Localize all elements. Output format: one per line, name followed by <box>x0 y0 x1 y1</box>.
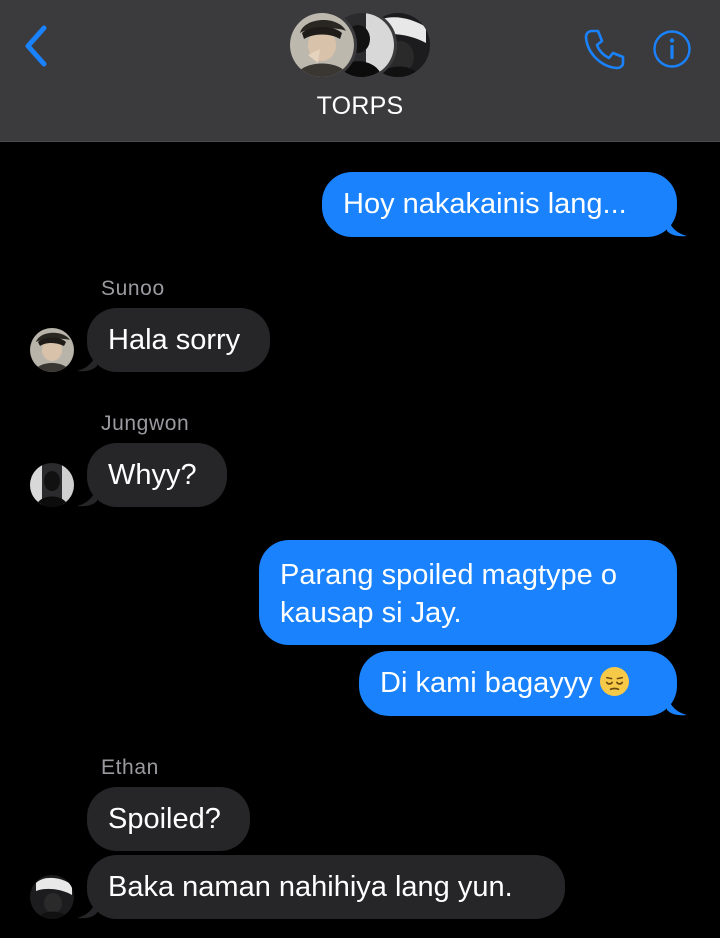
message-bubble-outgoing[interactable]: Di kami bagayyy <box>359 651 677 716</box>
pensive-face-icon <box>599 666 629 697</box>
message-bubble-incoming[interactable]: Spoiled? <box>87 787 250 851</box>
message-bubble-outgoing[interactable]: Hoy nakakainis lang... <box>322 172 677 237</box>
conversation-header: TORPS <box>0 0 720 142</box>
sender-name: Jungwon <box>101 412 190 435</box>
back-button[interactable] <box>18 22 58 70</box>
bubble-tail <box>77 897 97 919</box>
phone-icon <box>584 29 625 70</box>
info-icon <box>653 30 691 68</box>
message-text: Di kami bagayyy <box>380 667 593 699</box>
sender-name: Sunoo <box>101 277 165 300</box>
message-bubble-incoming[interactable]: Whyy? <box>87 443 227 507</box>
bubble-tail <box>77 350 97 372</box>
message-text: Hoy nakakainis lang... <box>343 188 627 220</box>
call-button[interactable] <box>582 27 626 71</box>
group-title[interactable]: TORPS <box>0 92 720 121</box>
message-text: Spoiled? <box>108 803 221 835</box>
bubble-tail <box>667 694 687 716</box>
group-avatar-1 <box>287 10 357 80</box>
group-avatars[interactable] <box>287 10 433 82</box>
avatar[interactable] <box>30 328 74 372</box>
message-bubble-incoming[interactable]: Baka naman nahihiya lang yun. <box>87 855 565 919</box>
message-bubble-incoming[interactable]: Hala sorry <box>87 308 270 372</box>
message-text: Hala sorry <box>108 324 241 356</box>
avatar[interactable] <box>30 875 74 919</box>
message-bubble-outgoing[interactable]: Parang spoiled magtype o kausap si Jay. <box>259 540 677 645</box>
avatar[interactable] <box>30 463 74 507</box>
message-text: Whyy? <box>108 459 197 491</box>
chevron-left-icon <box>25 25 47 67</box>
message-text: Baka naman nahihiya lang yun. <box>108 871 513 903</box>
bubble-tail <box>667 215 687 237</box>
message-text: Parang spoiled magtype o kausap si Jay. <box>280 559 617 629</box>
sender-name: Ethan <box>101 756 159 779</box>
bubble-tail <box>77 485 97 507</box>
info-button[interactable] <box>652 29 692 69</box>
